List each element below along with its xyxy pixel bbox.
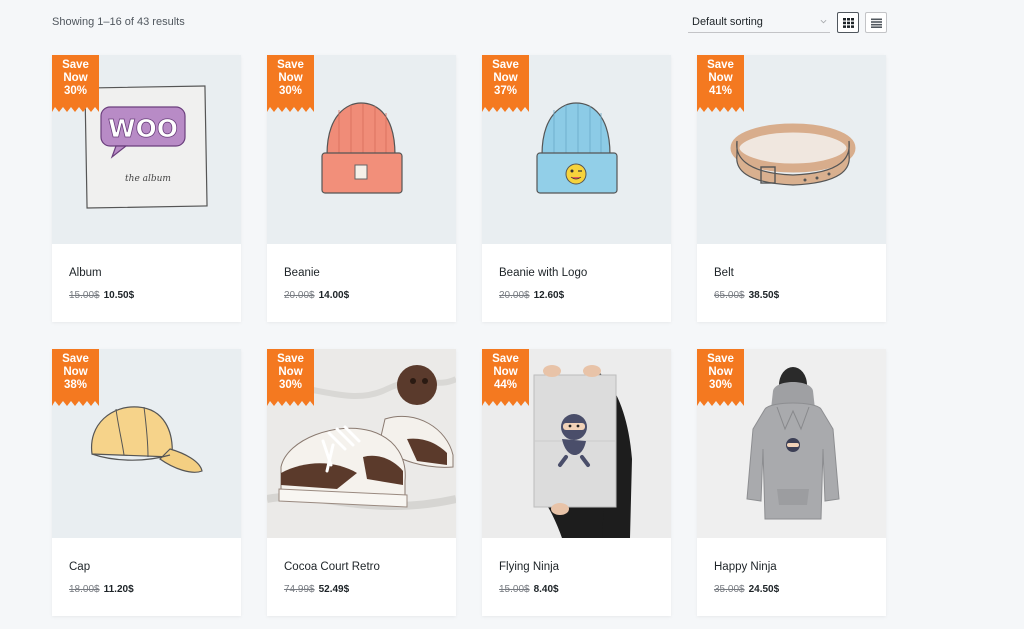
sale-badge: Save Now 44% <box>482 349 529 406</box>
product-price: 20.00$ 14.00$ <box>284 290 350 301</box>
product-card-album[interactable]: WOO the album Save Now 30% Album 15.00$ 10.… <box>52 55 241 322</box>
sale-badge: Save Now 30% <box>267 55 314 112</box>
product-title[interactable]: Cap <box>69 561 90 573</box>
list-view-button[interactable] <box>865 12 887 33</box>
product-title[interactable]: Cocoa Court Retro <box>284 561 380 573</box>
product-card-beanie[interactable]: Save Now 30% Beanie 20.00$ 14.00$ <box>267 55 456 322</box>
sale-badge: Save Now 38% <box>52 349 99 406</box>
sale-badge: Save Now 30% <box>267 349 314 406</box>
product-card-beanie-with-logo[interactable]: Save Now 37% Beanie with Logo 20.00$ 12.60$ <box>482 55 671 322</box>
product-card-cap[interactable]: Save Now 38% Cap 18.00$ 11.20$ <box>52 349 241 616</box>
grid-icon <box>843 18 854 28</box>
product-card-happy-ninja[interactable]: Save Now 30% Happy Ninja 35.00$ 24.50$ <box>697 349 886 616</box>
product-title[interactable]: Flying Ninja <box>499 561 559 573</box>
list-icon <box>871 18 882 28</box>
result-count: Showing 1–16 of 43 results <box>52 16 185 28</box>
product-price: 15.00$ 8.40$ <box>499 584 559 595</box>
album-logo-text: WOO <box>108 114 178 143</box>
product-card-cocoa-court-retro[interactable]: Save Now 30% Cocoa Court Retro 74.99$ 52.49… <box>267 349 456 616</box>
product-price: 18.00$ 11.20$ <box>69 584 134 595</box>
grid-view-button[interactable] <box>837 12 859 33</box>
sale-badge: Save Now 41% <box>697 55 744 112</box>
sale-badge: Save Now 30% <box>52 55 99 112</box>
sale-badge: Save Now 30% <box>697 349 744 406</box>
product-price: 15.00$ 10.50$ <box>69 290 135 301</box>
product-card-flying-ninja[interactable]: Save Now 44% Flying Ninja 15.00$ 8.40$ <box>482 349 671 616</box>
sale-badge: Save Now 37% <box>482 55 529 112</box>
sorting-select[interactable]: Default sorting <box>688 10 830 33</box>
product-price: 35.00$ 24.50$ <box>714 584 780 595</box>
product-title[interactable]: Belt <box>714 267 734 279</box>
product-title[interactable]: Album <box>69 267 102 279</box>
product-price: 20.00$ 12.60$ <box>499 290 565 301</box>
product-title[interactable]: Happy Ninja <box>714 561 777 573</box>
product-price: 65.00$ 38.50$ <box>714 290 780 301</box>
product-card-belt[interactable]: Save Now 41% Belt 65.00$ 38.50$ <box>697 55 886 322</box>
shop-toolbar: Showing 1–16 of 43 results Default sorti… <box>52 0 888 44</box>
product-title[interactable]: Beanie <box>284 267 320 279</box>
album-caption-text: the album <box>125 174 171 184</box>
chevron-down-icon <box>820 19 827 24</box>
product-price: 74.99$ 52.49$ <box>284 584 350 595</box>
sorting-select-value: Default sorting <box>692 16 763 28</box>
product-title[interactable]: Beanie with Logo <box>499 267 587 279</box>
